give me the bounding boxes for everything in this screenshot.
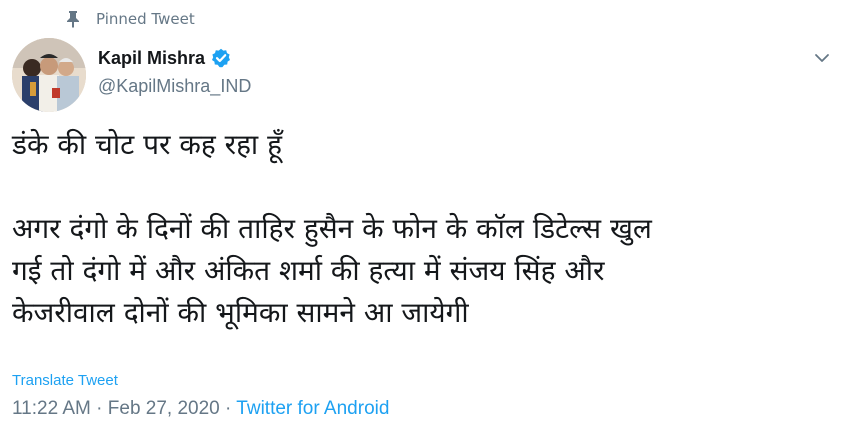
tweet-date[interactable]: Feb 27, 2020 — [108, 398, 220, 419]
tweet-text: डंके की चोट पर कह रहा हूँ अगर दंगो के दि… — [12, 124, 842, 334]
translate-tweet-link[interactable]: Translate Tweet — [12, 372, 118, 389]
tweet-source-link[interactable]: Twitter for Android — [236, 398, 389, 419]
more-options-chevron-icon[interactable] — [812, 48, 832, 68]
tweet-line: डंके की चोट पर कह रहा हूँ — [12, 128, 282, 161]
display-name[interactable]: Kapil Mishra — [98, 48, 205, 69]
pin-icon — [66, 10, 80, 28]
verified-badge-icon — [211, 48, 231, 68]
name-row: Kapil Mishra — [98, 46, 251, 70]
author-block: Kapil Mishra @KapilMishra_IND — [98, 46, 251, 97]
avatar[interactable] — [12, 38, 86, 112]
tweet-line: केजरीवाल दोनों की भूमिका सामने आ जायेगी — [12, 296, 469, 329]
meta-separator: · — [219, 398, 237, 419]
tweet-line: अगर दंगो के दिनों की ताहिर हुसैन के फोन … — [12, 212, 652, 245]
pinned-label: Pinned Tweet — [96, 10, 195, 28]
meta-separator: · — [90, 398, 108, 419]
handle[interactable]: @KapilMishra_IND — [98, 76, 251, 97]
pinned-indicator: Pinned Tweet — [66, 8, 195, 30]
tweet-time[interactable]: 11:22 AM — [12, 398, 91, 419]
tweet-metadata: 11:22 AM · Feb 27, 2020 · Twitter for An… — [12, 398, 389, 420]
tweet-line-gap — [12, 166, 842, 208]
tweet-line: गई तो दंगो में और अंकित शर्मा की हत्या म… — [12, 254, 605, 287]
